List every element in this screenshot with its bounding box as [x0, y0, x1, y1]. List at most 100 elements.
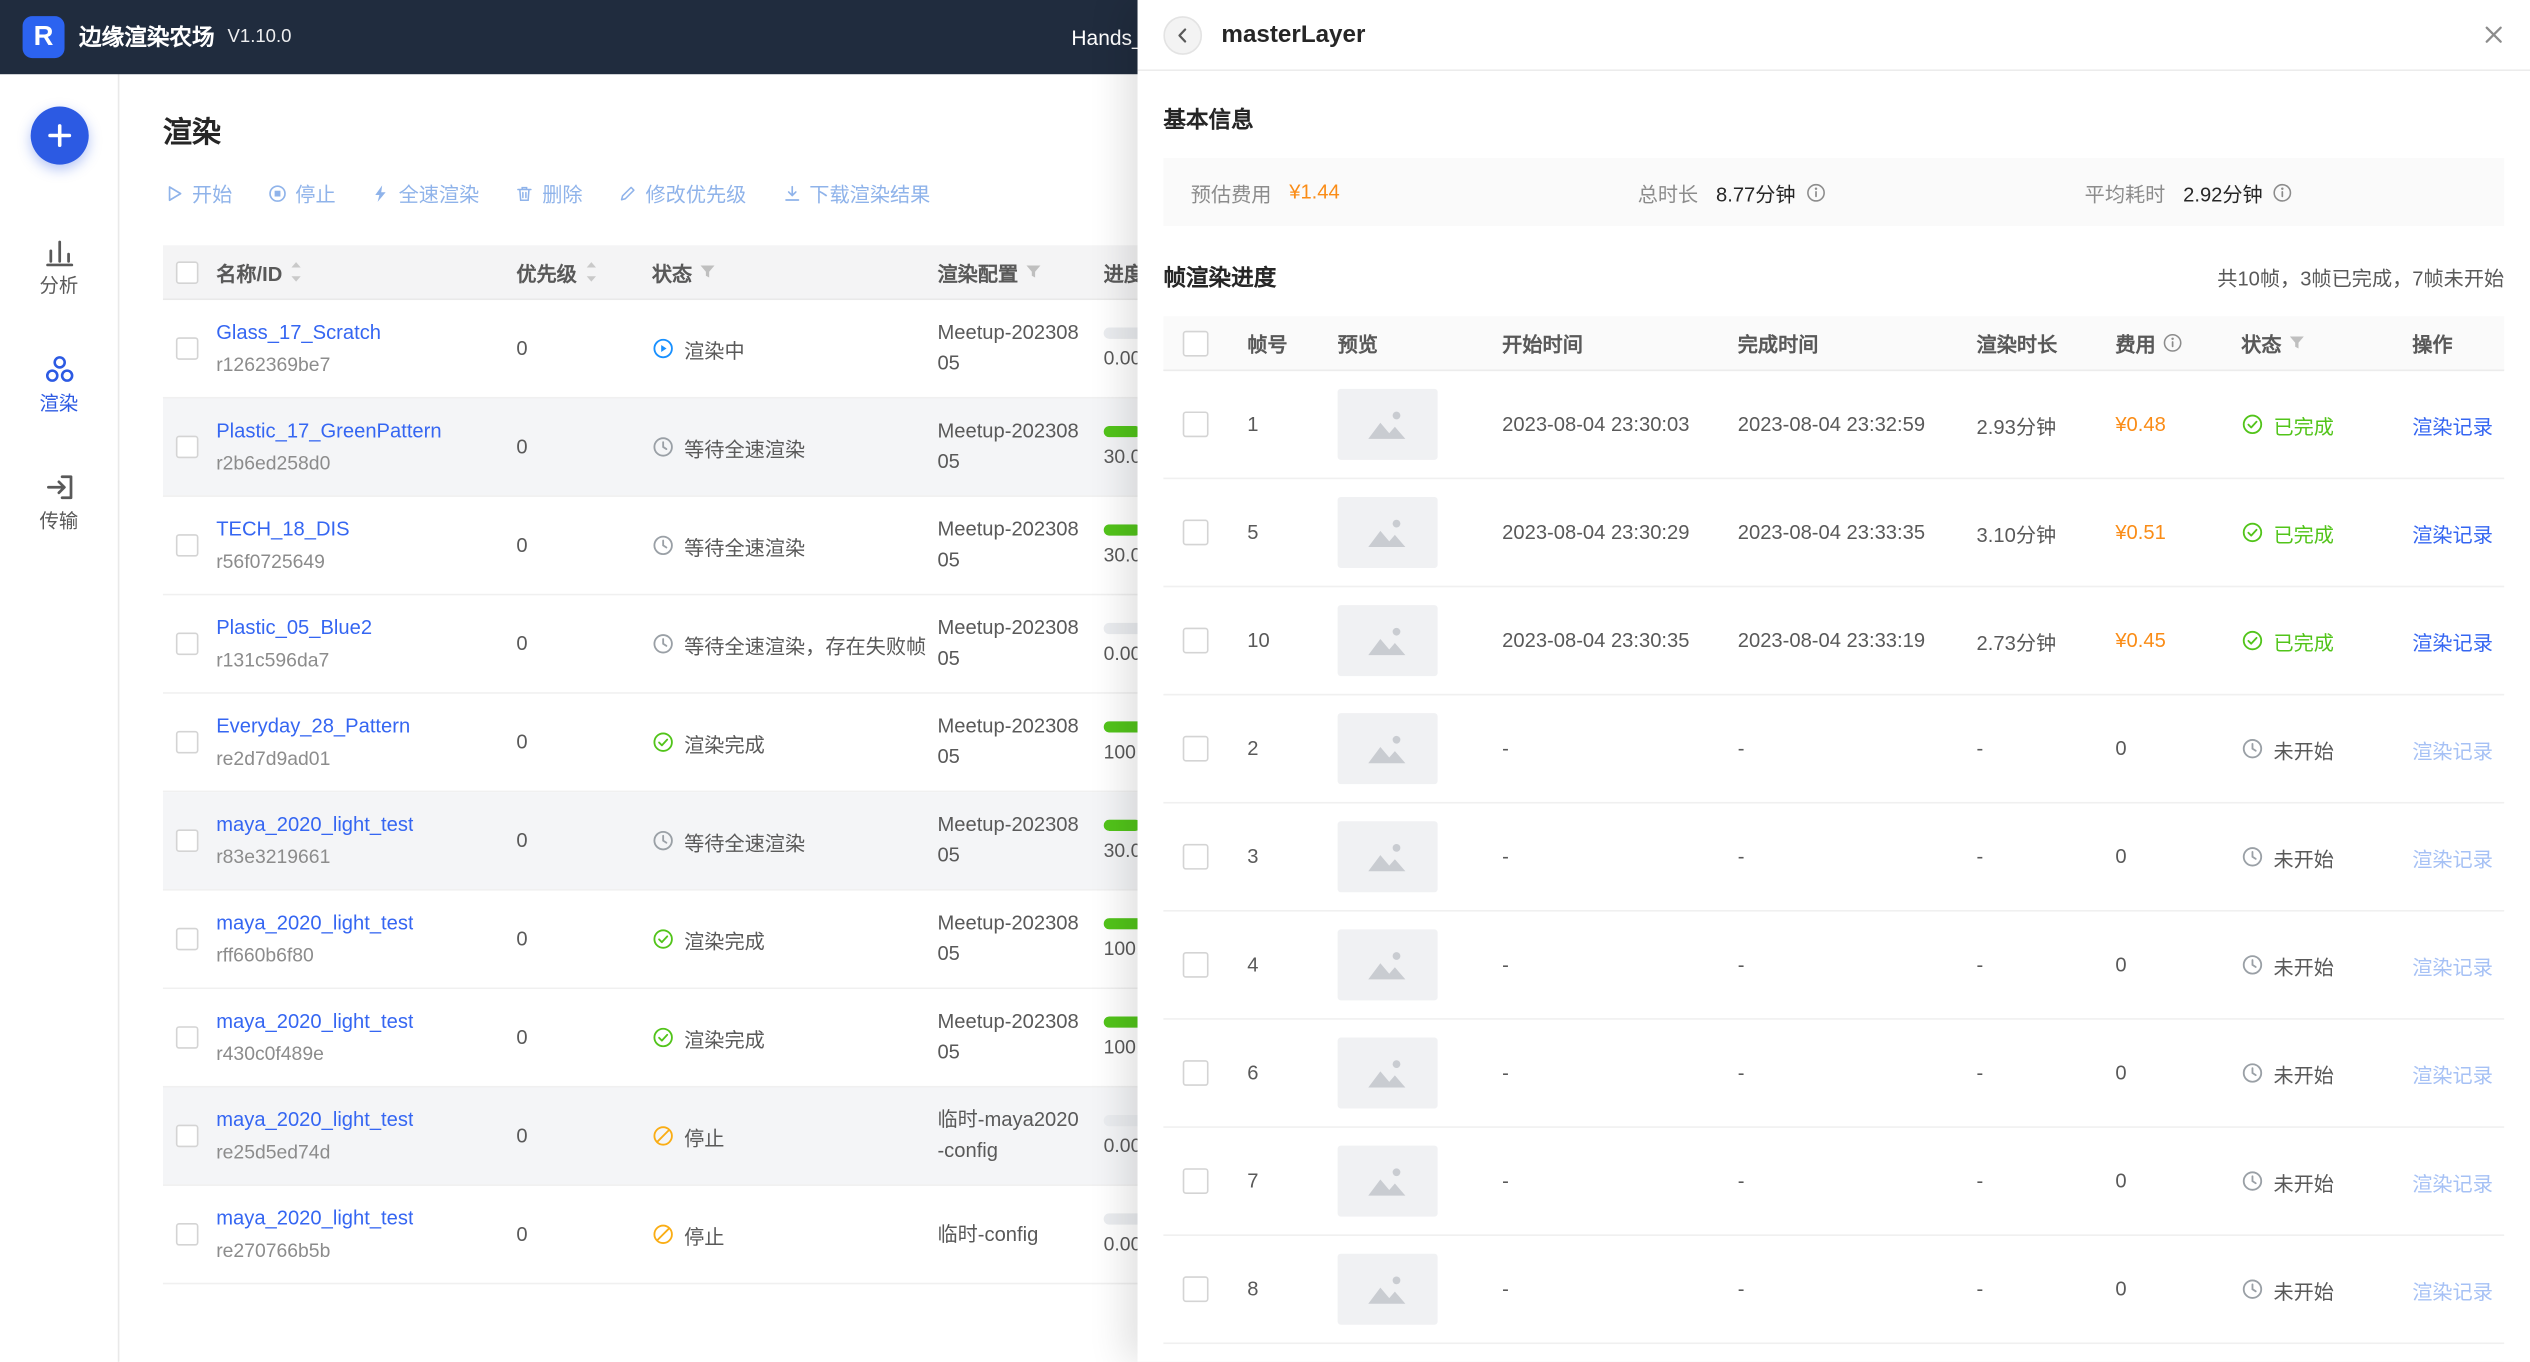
frame-status: 已完成: [2241, 517, 2334, 548]
frame-checkbox[interactable]: [1183, 411, 1209, 437]
frame-row[interactable]: 7 - - - 0 未开始 渲染记录: [1163, 1128, 2504, 1236]
frame-checkbox[interactable]: [1183, 736, 1209, 762]
frame-preview[interactable]: [1338, 1037, 1438, 1108]
frame-checkbox[interactable]: [1183, 1168, 1209, 1194]
frame-checkbox[interactable]: [1183, 628, 1209, 654]
image-placeholder-icon: [1367, 733, 1409, 765]
close-icon: [2482, 24, 2503, 45]
frame-preview[interactable]: [1338, 497, 1438, 568]
row-checkbox[interactable]: [176, 829, 199, 852]
job-row[interactable]: maya_2020_light_test r83e3219661 0 等待全速渲…: [163, 792, 1241, 890]
sort-icon[interactable]: [583, 260, 598, 284]
row-checkbox[interactable]: [176, 1026, 199, 1049]
job-name-link[interactable]: maya_2020_light_test: [216, 1108, 413, 1131]
row-checkbox[interactable]: [176, 337, 199, 360]
frame-checkbox[interactable]: [1183, 1060, 1209, 1086]
frame-preview[interactable]: [1338, 929, 1438, 1000]
render-log-link[interactable]: 渲染记录: [2412, 517, 2493, 548]
frame-row[interactable]: 2 - - - 0 未开始 渲染记录: [1163, 695, 2504, 803]
info-icon[interactable]: [2272, 182, 2293, 203]
frame-row[interactable]: 8 - - - 0 未开始 渲染记录: [1163, 1236, 2504, 1344]
progress-value: 0.00: [1104, 1134, 1142, 1157]
job-row[interactable]: maya_2020_light_test re270766b5b 0 停止 临时…: [163, 1186, 1241, 1284]
job-row[interactable]: maya_2020_light_test r430c0f489e 0 渲染完成 …: [163, 989, 1241, 1087]
filter-icon[interactable]: [2288, 334, 2306, 352]
row-checkbox[interactable]: [176, 632, 199, 655]
job-row[interactable]: maya_2020_light_test rff660b6f80 0 渲染完成 …: [163, 891, 1241, 989]
job-name-link[interactable]: maya_2020_light_test: [216, 1010, 413, 1033]
select-all-frames-checkbox[interactable]: [1183, 330, 1209, 356]
job-config: Meetup-20230805: [937, 417, 1081, 478]
status-done-icon: [2241, 629, 2264, 652]
job-name-link[interactable]: maya_2020_light_test: [216, 912, 413, 935]
frame-preview[interactable]: [1338, 821, 1438, 892]
detail-drawer: masterLayer 基本信息 预估费用 ¥1.44 总时长 8.77分钟 平…: [1138, 0, 2530, 1362]
frame-end-time: -: [1722, 1020, 1958, 1126]
toolbar-button-label: 下载渲染结果: [809, 177, 930, 208]
select-all-checkbox[interactable]: [176, 261, 199, 284]
frame-row[interactable]: 3 - - - 0 未开始 渲染记录: [1163, 804, 2504, 912]
frame-preview[interactable]: [1338, 713, 1438, 784]
info-icon[interactable]: [2162, 332, 2183, 353]
toolbar-fullspeed-button[interactable]: 全速渲染: [371, 177, 479, 208]
frame-row[interactable]: 5 2023-08-04 23:30:29 2023-08-04 23:33:3…: [1163, 479, 2504, 587]
frame-row[interactable]: 10 2023-08-04 23:30:35 2023-08-04 23:33:…: [1163, 587, 2504, 695]
job-name-link[interactable]: Plastic_17_GreenPattern: [216, 420, 441, 443]
job-row[interactable]: TECH_18_DIS r56f0725649 0 等待全速渲染 Meetup-…: [163, 497, 1241, 595]
job-name-link[interactable]: TECH_18_DIS: [216, 518, 349, 541]
progress-value: 100.: [1104, 937, 1142, 960]
render-log-link[interactable]: 渲染记录: [2412, 409, 2493, 440]
frame-preview[interactable]: [1338, 1254, 1438, 1325]
toolbar-delete-button[interactable]: 删除: [515, 177, 583, 208]
frame-start-time: -: [1486, 1236, 1722, 1342]
frame-preview[interactable]: [1338, 389, 1438, 460]
frame-start-time: -: [1486, 695, 1722, 801]
frame-row[interactable]: 1 2023-08-04 23:30:03 2023-08-04 23:32:5…: [1163, 371, 2504, 479]
frame-checkbox[interactable]: [1183, 520, 1209, 546]
sidebar-item-transfer[interactable]: 传输: [0, 471, 118, 531]
job-id: re270766b5b: [216, 1239, 330, 1262]
frame-row[interactable]: 6 - - - 0 未开始 渲染记录: [1163, 1020, 2504, 1128]
sort-icon[interactable]: [289, 260, 304, 284]
frame-status-text: 已完成: [2273, 409, 2334, 440]
row-checkbox[interactable]: [176, 731, 199, 754]
frame-status: 未开始: [2241, 950, 2334, 981]
frame-preview[interactable]: [1338, 1146, 1438, 1217]
close-button[interactable]: [2477, 19, 2509, 51]
row-checkbox[interactable]: [176, 436, 199, 459]
job-row[interactable]: Plastic_17_GreenPattern r2b6ed258d0 0 等待…: [163, 399, 1241, 497]
job-name-link[interactable]: Everyday_28_Pattern: [216, 715, 410, 738]
frame-row[interactable]: 4 - - - 0 未开始 渲染记录: [1163, 912, 2504, 1020]
job-name-link[interactable]: maya_2020_light_test: [216, 813, 413, 836]
frame-checkbox[interactable]: [1183, 1276, 1209, 1302]
frame-preview[interactable]: [1338, 605, 1438, 676]
info-icon[interactable]: [1805, 182, 1826, 203]
toolbar-priority-button[interactable]: 修改优先级: [618, 177, 746, 208]
sidebar-item-render[interactable]: 渲染: [0, 353, 118, 413]
job-row[interactable]: Plastic_05_Blue2 r131c596da7 0 等待全速渲染，存在…: [163, 595, 1241, 693]
frames-table-header: 帧号 预览 开始时间 完成时间 渲染时长 费用 状态 操作: [1163, 316, 2504, 371]
back-button[interactable]: [1163, 15, 1202, 54]
job-name-link[interactable]: Glass_17_Scratch: [216, 321, 381, 344]
sidebar-item-analysis[interactable]: 分析: [0, 236, 118, 296]
image-placeholder-icon: [1367, 1273, 1409, 1305]
filter-icon[interactable]: [1025, 263, 1043, 281]
toolbar-download-button[interactable]: 下载渲染结果: [782, 177, 930, 208]
row-checkbox[interactable]: [176, 1223, 199, 1246]
filter-icon[interactable]: [699, 263, 717, 281]
job-row[interactable]: maya_2020_light_test re25d5ed74d 0 停止 临时…: [163, 1088, 1241, 1186]
add-job-button[interactable]: [30, 106, 88, 164]
frame-checkbox[interactable]: [1183, 952, 1209, 978]
toolbar-start-button[interactable]: 开始: [165, 177, 233, 208]
render-log-link[interactable]: 渲染记录: [2412, 625, 2493, 656]
job-row[interactable]: Everyday_28_Pattern re2d7d9ad01 0 渲染完成 M…: [163, 694, 1241, 792]
job-name-link[interactable]: Plastic_05_Blue2: [216, 616, 372, 639]
row-checkbox[interactable]: [176, 1125, 199, 1148]
frame-checkbox[interactable]: [1183, 844, 1209, 870]
job-row[interactable]: Glass_17_Scratch r1262369be7 0 渲染中 Meetu…: [163, 300, 1241, 398]
toolbar-stop-button[interactable]: 停止: [268, 177, 336, 208]
job-status: 渲染完成: [652, 1022, 765, 1053]
job-name-link[interactable]: maya_2020_light_test: [216, 1207, 413, 1230]
row-checkbox[interactable]: [176, 534, 199, 557]
row-checkbox[interactable]: [176, 928, 199, 951]
